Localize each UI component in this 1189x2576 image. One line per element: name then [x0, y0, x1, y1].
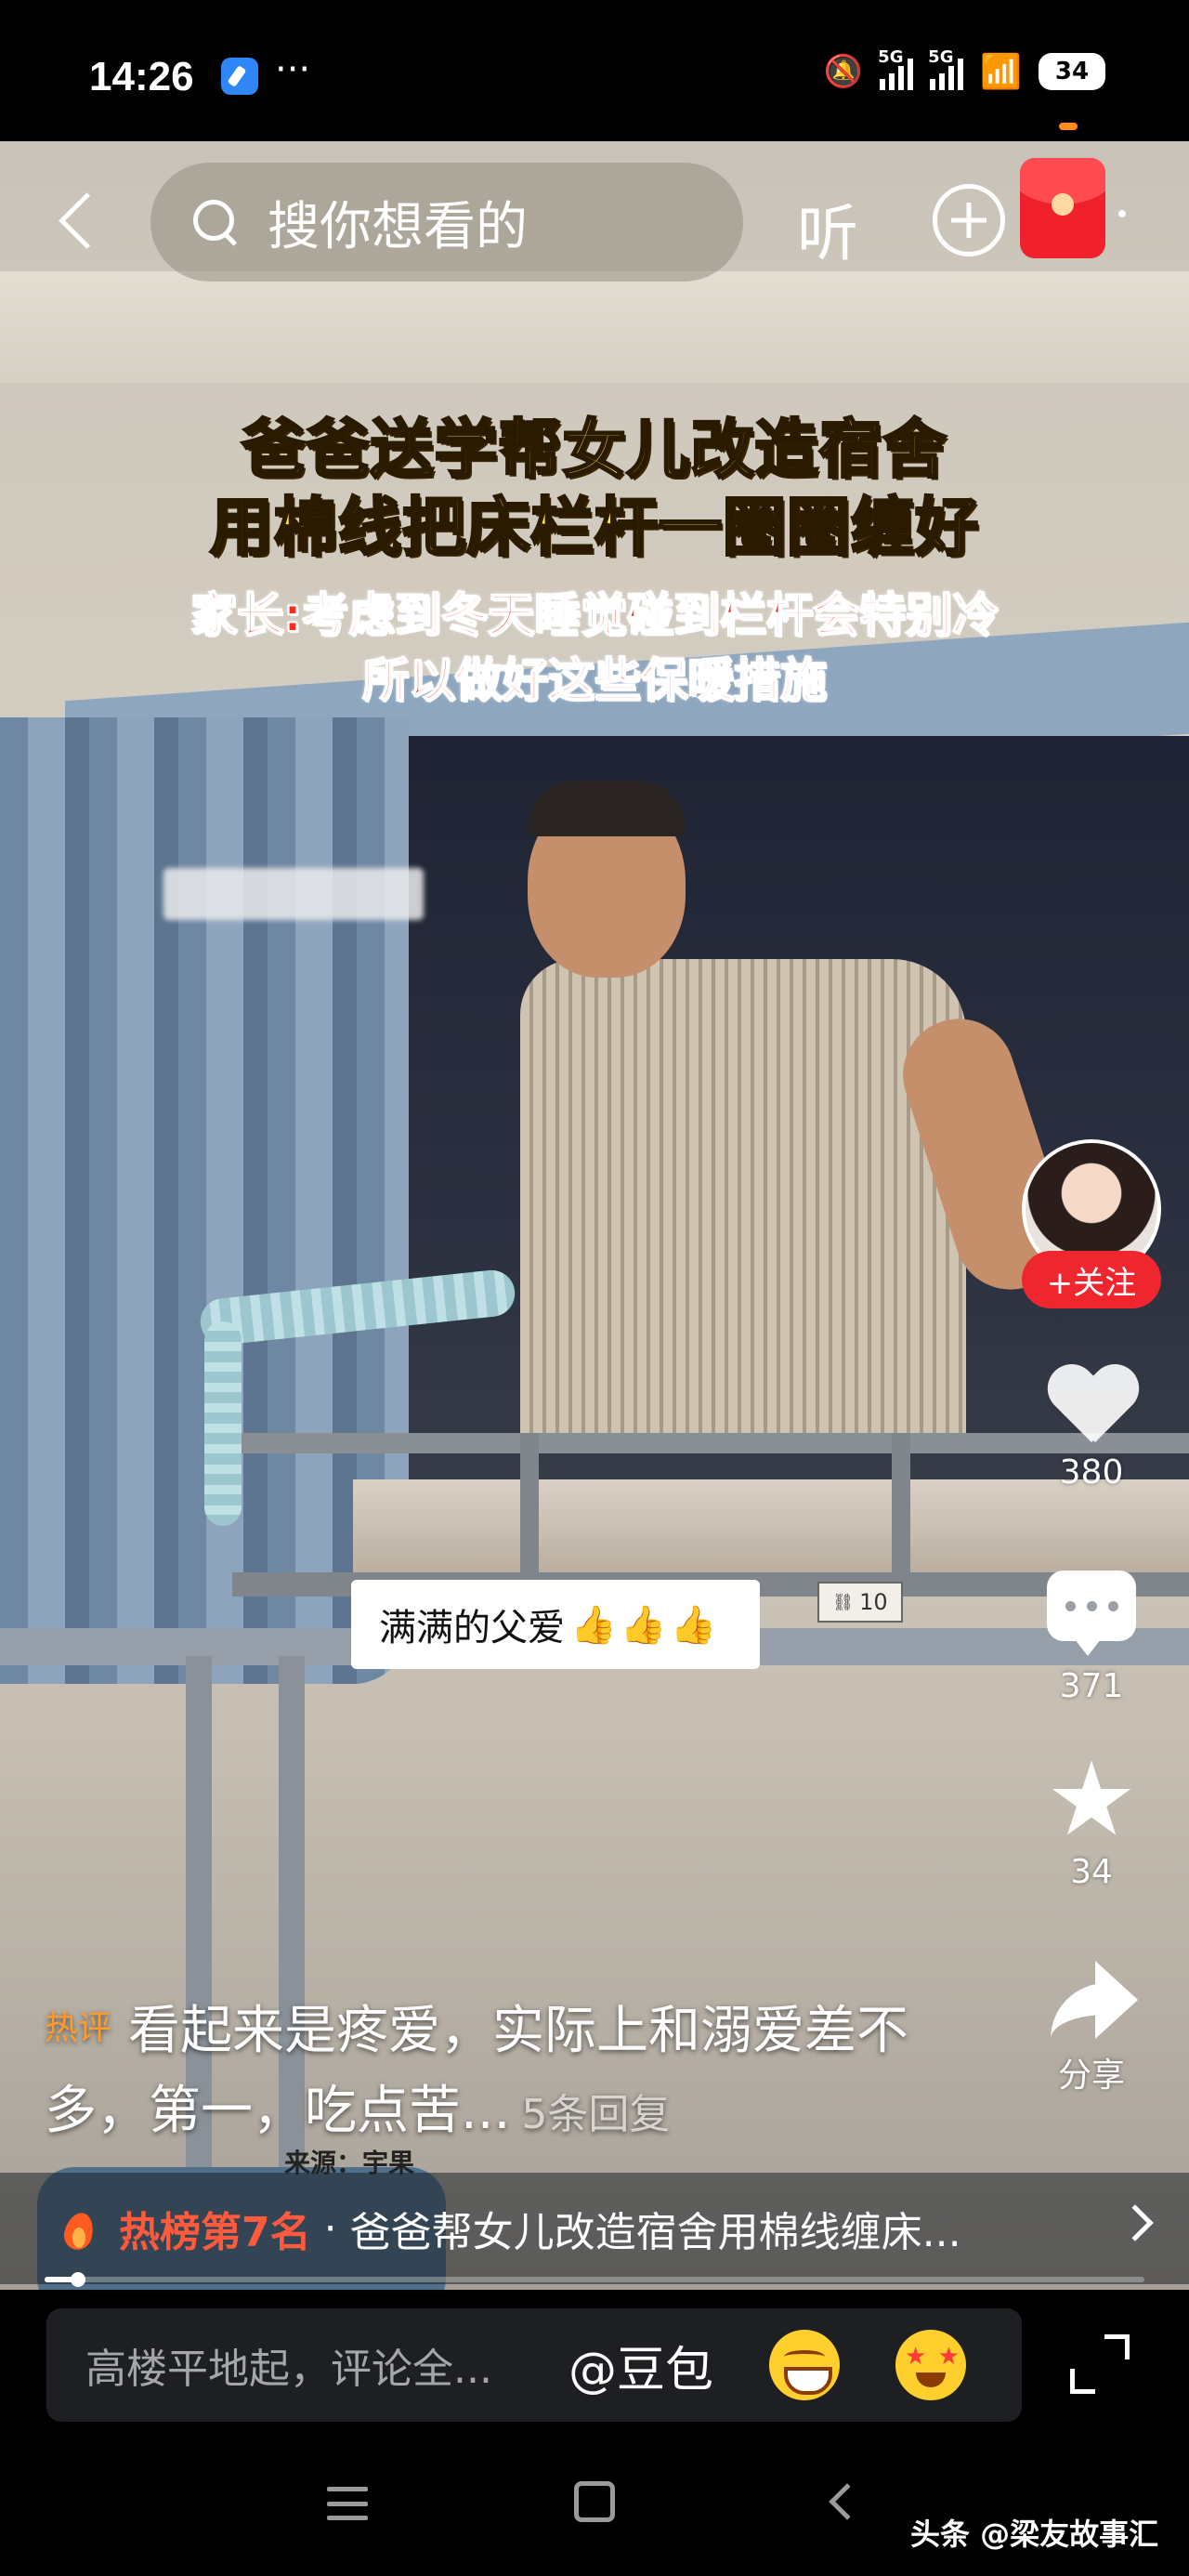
- video-subtitle-line2: 所以做好这些保暖措施: [361, 652, 828, 708]
- comment-button[interactable]: 371: [1022, 1571, 1161, 1705]
- fullscreen-icon[interactable]: [1070, 2334, 1130, 2394]
- favorite-count: 34: [1070, 1853, 1113, 1891]
- hot-comment-text: 看起来是疼爱，实际上和溺爱差不多，第一，吃点苦...: [45, 2001, 909, 2141]
- app-notification-icon: [221, 58, 258, 95]
- like-button[interactable]: 380: [1022, 1366, 1161, 1492]
- follow-button[interactable]: +关注: [1022, 1251, 1161, 1308]
- comment-count: 371: [1059, 1667, 1124, 1705]
- like-count: 380: [1059, 1453, 1124, 1492]
- hot-comment[interactable]: 热评 看起来是疼爱，实际上和溺爱差不多，第一，吃点苦... 5条回复: [45, 1989, 973, 2155]
- video-subtitle-line1: 家长:考虑到冬天睡觉碰到栏杆会特别冷: [189, 587, 1000, 643]
- at-doubao-button[interactable]: @豆包: [568, 2331, 713, 2400]
- share-icon: [1045, 1961, 1138, 2039]
- back-button[interactable]: [52, 178, 108, 262]
- trending-title: 爸爸帮女儿改造宿舍用棉线缠床...: [349, 2209, 961, 2256]
- red-packet-icon[interactable]: [1020, 158, 1105, 258]
- red-packet-dot: [1118, 210, 1126, 217]
- bed-number-tag: 10: [817, 1582, 903, 1623]
- watermark: 头条 @梁友故事汇: [910, 2517, 1159, 2552]
- video-scene-mattress: [353, 1479, 1189, 1582]
- favorite-button[interactable]: ★ 34: [1022, 1740, 1161, 1891]
- battery-icon: 34: [1039, 53, 1105, 90]
- comment-icon: [1047, 1571, 1136, 1656]
- thumbs-up-icon: 👍👍👍: [570, 1603, 721, 1647]
- listen-button[interactable]: 听: [797, 184, 858, 273]
- mute-icon: 🔕: [823, 53, 864, 90]
- signal-icon: 5G: [878, 47, 914, 90]
- video-scene-yarn-vertical: [204, 1321, 242, 1526]
- trending-bar[interactable]: 热榜第7名 · 爸爸帮女儿改造宿舍用棉线缠床...: [0, 2173, 1189, 2284]
- home-nav-button[interactable]: [574, 2481, 615, 2522]
- signal-label-2: 5G: [928, 47, 954, 67]
- indicator-dot: [1059, 123, 1078, 130]
- video-scene-post: [520, 1433, 539, 1591]
- comment-placeholder: 高楼平地起，评论全...: [85, 2346, 492, 2393]
- blurred-label: [163, 868, 424, 920]
- status-indicators: 🔕 5G 5G 📶 34: [823, 47, 1105, 91]
- search-input[interactable]: 搜你想看的: [150, 163, 743, 282]
- wifi-icon: 📶: [980, 53, 1022, 91]
- signal-icon-2: 5G: [928, 47, 964, 90]
- sticker-text: 满满的父爱: [379, 1607, 565, 1649]
- bed-number: 10: [859, 1589, 888, 1615]
- video-title-line2: 用棉线把床栏杆一圈圈缠好: [208, 491, 979, 567]
- hot-comment-tag: 热评: [45, 2009, 112, 2047]
- laugh-emoji-icon[interactable]: [769, 2330, 841, 2400]
- status-time: 14:26: [89, 54, 194, 99]
- video-scene-person: [520, 959, 966, 1442]
- video-progress-bar[interactable]: [45, 2272, 1144, 2287]
- share-button[interactable]: 分享: [1022, 1961, 1161, 2096]
- trending-rank: 热榜第7名: [119, 2209, 311, 2256]
- add-button[interactable]: [933, 184, 1005, 256]
- progress-knob[interactable]: [70, 2272, 85, 2287]
- video-scene-curtain: [0, 717, 409, 1684]
- video-background: [0, 271, 1189, 383]
- video-scene-hair: [528, 781, 686, 836]
- comment-input[interactable]: 高楼平地起，评论全... @豆包: [46, 2308, 1022, 2422]
- video-sticker: 满满的父爱 👍👍👍: [351, 1580, 760, 1669]
- search-placeholder: 搜你想看的: [268, 196, 528, 257]
- heart-icon: [1047, 1366, 1136, 1444]
- search-icon: [191, 198, 240, 246]
- status-bar: 14:26 ··· 🔕 5G 5G 📶 34: [0, 0, 1189, 141]
- menu-nav-button[interactable]: [327, 2487, 368, 2520]
- star-eyes-emoji-icon[interactable]: [895, 2330, 967, 2400]
- more-notifications-icon: ···: [275, 48, 311, 91]
- video-scene-post: [892, 1433, 910, 1591]
- star-icon: ★: [1045, 1740, 1138, 1859]
- trending-separator: ·: [323, 2204, 337, 2253]
- replies-link[interactable]: 5条回复: [521, 2091, 670, 2138]
- fire-icon: [59, 2205, 97, 2252]
- signal-label: 5G: [878, 47, 904, 67]
